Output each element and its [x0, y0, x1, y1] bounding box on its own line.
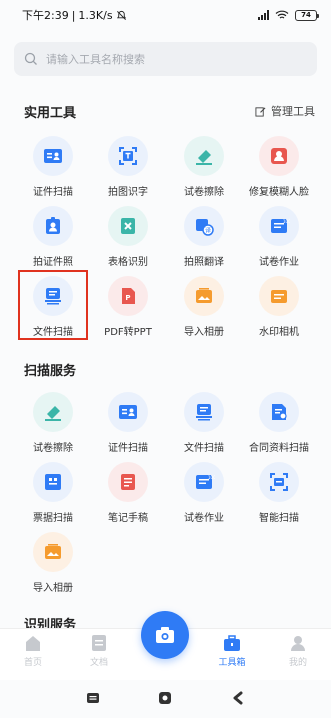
tool-import-album[interactable]: 导入相册	[163, 270, 245, 340]
import-album-icon	[184, 276, 224, 316]
id-card-icon	[108, 392, 148, 432]
search-input[interactable]	[46, 52, 286, 66]
text-recognition-icon	[108, 136, 148, 176]
tab-profile[interactable]: 我的	[273, 633, 323, 668]
scan-contract[interactable]: 合同资料扫描	[238, 386, 320, 456]
manage-tools-button[interactable]: 管理工具	[255, 103, 315, 119]
svg-text:100: 100	[283, 219, 290, 224]
notes-icon	[108, 462, 148, 502]
scan-id-scan[interactable]: 证件扫描	[87, 386, 169, 456]
receipt-scan-icon	[33, 462, 73, 502]
table-recognition-icon	[108, 206, 148, 246]
eraser-icon	[33, 392, 73, 432]
profile-icon	[291, 636, 305, 651]
status-left: 下午2:39 | 1.3K/s	[22, 7, 127, 23]
section-title-scan: 扫描服务	[24, 364, 77, 379]
tool-id-scan[interactable]: 证件扫描	[12, 130, 94, 200]
signal-icon	[258, 10, 269, 20]
contract-scan-icon	[259, 392, 299, 432]
svg-text:P: P	[125, 294, 130, 302]
watermark-camera-icon	[259, 276, 299, 316]
tool-pdf-to-ppt[interactable]: P PDF转PPT	[87, 270, 169, 340]
id-card-icon	[33, 136, 73, 176]
section-title-practical: 实用工具	[24, 106, 77, 121]
battery-icon: 74	[295, 9, 319, 21]
status-time: 下午2:39	[22, 9, 69, 22]
tab-documents[interactable]: 文档	[74, 633, 124, 668]
smart-scan-icon	[259, 462, 299, 502]
homework-icon: 100	[259, 206, 299, 246]
homework-icon: 100	[184, 462, 224, 502]
system-nav-bar	[0, 680, 331, 718]
face-repair-icon	[259, 136, 299, 176]
back-icon[interactable]	[231, 691, 245, 705]
highlight-box	[18, 270, 88, 340]
mute-icon	[116, 10, 126, 20]
scan-smart[interactable]: 智能扫描	[238, 456, 320, 526]
scan-homework[interactable]: 100 试卷作业	[163, 456, 245, 526]
import-album-icon	[33, 532, 73, 572]
tool-text-recognition[interactable]: 拍图识字	[87, 130, 169, 200]
status-bar: 下午2:39 | 1.3K/s 74	[0, 0, 331, 30]
tab-home[interactable]: 首页	[8, 633, 58, 668]
home-icon	[26, 636, 40, 651]
tool-paper-eraser[interactable]: 试卷擦除	[163, 130, 245, 200]
svg-text:译: 译	[205, 227, 211, 235]
tool-photo-translate[interactable]: 译 拍照翻译	[163, 200, 245, 270]
tool-id-photo[interactable]: 拍证件照	[12, 200, 94, 270]
document-icon	[92, 635, 106, 651]
translate-icon: 译	[184, 206, 224, 246]
wifi-icon	[275, 10, 289, 19]
document-scan-icon	[184, 392, 224, 432]
tool-face-repair[interactable]: 修复模糊人脸	[238, 130, 320, 200]
network-speed: 1.3K/s	[78, 8, 113, 22]
scan-notes[interactable]: 笔记手稿	[87, 456, 169, 526]
recents-icon[interactable]	[86, 691, 100, 705]
svg-text:100: 100	[208, 475, 215, 480]
scan-receipt[interactable]: 票据扫描	[12, 456, 94, 526]
tab-toolbox[interactable]: 工具箱	[207, 633, 257, 668]
scan-paper-eraser[interactable]: 试卷擦除	[12, 386, 94, 456]
tool-homework[interactable]: 100 试卷作业	[238, 200, 320, 270]
eraser-icon	[184, 136, 224, 176]
tool-watermark-camera[interactable]: 水印相机	[238, 270, 320, 340]
scan-document-scan[interactable]: 文件扫描	[163, 386, 245, 456]
camera-icon	[156, 627, 174, 643]
toolbox-icon	[224, 635, 240, 651]
pdf-to-ppt-icon: P	[108, 276, 148, 316]
home-nav-icon[interactable]	[158, 691, 172, 705]
id-photo-icon	[33, 206, 73, 246]
search-bar[interactable]	[14, 42, 317, 76]
edit-icon	[255, 106, 266, 117]
tool-table-recognition[interactable]: 表格识别	[87, 200, 169, 270]
search-icon	[24, 52, 37, 65]
scan-import-album[interactable]: 导入相册	[12, 526, 94, 596]
status-right: 74	[258, 9, 319, 21]
camera-button[interactable]	[141, 611, 189, 659]
